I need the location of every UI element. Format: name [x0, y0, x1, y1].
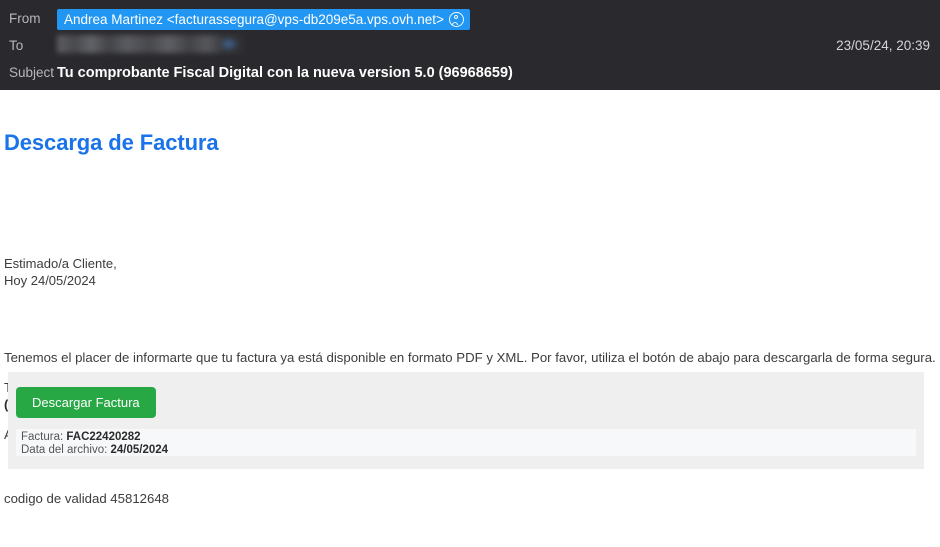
recipient-address-redacted[interactable] — [57, 34, 245, 53]
subject-value-container: Tu comprobante Fiscal Digital con la nue… — [57, 61, 940, 85]
download-panel: Descargar Factura Factura: FAC22420282 D… — [8, 372, 924, 469]
greeting-line-1: Estimado/a Cliente, — [4, 256, 117, 271]
paragraph-intro: Tenemos el placer de informarte que tu f… — [4, 350, 936, 365]
sender-address: Andrea Martinez <facturassegura@vps-db20… — [64, 11, 444, 27]
from-value-container: Andrea Martinez <facturassegura@vps-db20… — [57, 8, 940, 30]
message-header-pane: From Andrea Martinez <facturassegura@vps… — [0, 0, 940, 90]
download-invoice-button[interactable]: Descargar Factura — [16, 387, 156, 418]
header-row-to: To — [0, 34, 940, 58]
page-title: Descarga de Factura — [4, 130, 219, 155]
to-value-container — [57, 34, 940, 58]
invoice-number-value: FAC22420282 — [66, 431, 141, 443]
invoice-number-label: Factura: — [21, 431, 64, 443]
subject-text: Tu comprobante Fiscal Digital con la nue… — [57, 65, 513, 81]
message-body: Descarga de Factura Estimado/a Cliente, … — [0, 90, 940, 547]
message-date: 23/05/24, 20:39 — [836, 38, 930, 53]
file-date-value: 24/05/2024 — [110, 443, 169, 456]
invoice-number-row: Factura: FAC22420282 — [21, 431, 911, 444]
header-row-from: From Andrea Martinez <facturassegura@vps… — [0, 8, 940, 30]
sender-pill[interactable]: Andrea Martinez <facturassegura@vps-db20… — [57, 8, 470, 30]
validation-code-text: codigo de validad 45812648 — [4, 491, 169, 506]
from-label: From — [9, 11, 41, 26]
greeting-line-2: Hoy 24/05/2024 — [4, 272, 96, 288]
greeting-block: Estimado/a Cliente, Hoy 24/05/2024 — [4, 256, 117, 289]
subject-label: Subject — [9, 65, 55, 80]
file-date-label: Data del archivo: — [21, 443, 108, 456]
contact-icon[interactable] — [448, 11, 464, 27]
header-row-subject: Subject Tu comprobante Fiscal Digital co… — [0, 61, 940, 85]
to-label: To — [9, 38, 24, 53]
invoice-meta-box: Factura: FAC22420282 Data del archivo: 2… — [16, 429, 916, 456]
file-date-row: Data del archivo: 24/05/2024 — [21, 444, 911, 457]
